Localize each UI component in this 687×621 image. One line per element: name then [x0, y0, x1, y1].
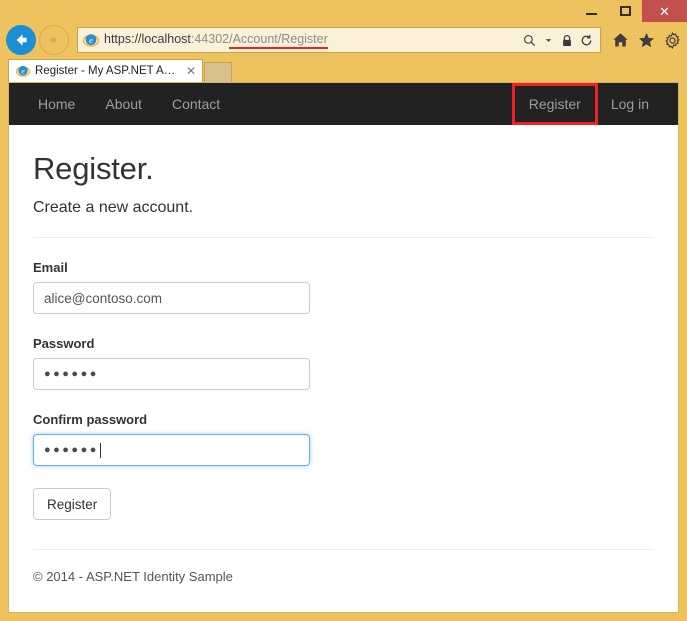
gear-icon[interactable] — [663, 30, 681, 50]
nav-item-contact[interactable]: Contact — [157, 85, 235, 123]
url-path-highlighted: /Account/Register — [229, 32, 328, 49]
svg-text:e: e — [89, 35, 93, 45]
text-caret — [99, 442, 101, 458]
password-label: Password — [33, 336, 95, 351]
tab-strip: e Register - My ASP.NET App... ✕ — [0, 58, 687, 82]
email-input[interactable]: alice@contoso.com — [33, 282, 310, 314]
tab-close-icon[interactable]: ✕ — [186, 65, 196, 77]
browser-window: ✕ e https://localhost:44302/Account/Reg… — [0, 0, 687, 621]
nav-item-about[interactable]: About — [90, 85, 157, 123]
url-host: localhost — [141, 31, 191, 46]
favorites-star-icon[interactable] — [637, 30, 655, 50]
refresh-icon[interactable] — [578, 31, 594, 49]
confirm-password-input-value: ●●●●●● — [44, 443, 99, 456]
confirm-password-label: Confirm password — [33, 412, 148, 427]
url-scheme: https:// — [104, 31, 142, 46]
close-button[interactable]: ✕ — [642, 0, 687, 22]
password-input[interactable]: ●●●●●● — [33, 358, 310, 390]
url-text: https://localhost:44302/Account/Register — [104, 32, 521, 49]
form-group-confirm-password: Confirm password ●●●●●● — [33, 412, 654, 466]
forward-arrow-icon — [49, 36, 58, 44]
minimize-button[interactable] — [574, 0, 608, 22]
home-icon[interactable] — [611, 30, 629, 50]
nav-item-login[interactable]: Log in — [596, 85, 664, 123]
footer-copyright: © 2014 - ASP.NET Identity Sample — [33, 569, 233, 584]
site-navbar: Home About Contact Register Log in — [9, 83, 678, 125]
chevron-down-icon[interactable] — [540, 31, 556, 49]
search-icon[interactable] — [521, 31, 537, 49]
back-arrow-icon — [16, 34, 27, 46]
page-viewport: Home About Contact Register Log in Regis… — [8, 82, 679, 613]
site-nav-left: Home About Contact — [23, 85, 235, 123]
confirm-password-input[interactable]: ●●●●●● — [33, 434, 310, 466]
maximize-button[interactable] — [608, 0, 642, 22]
browser-toolbar: e https://localhost:44302/Account/Regist… — [0, 22, 687, 58]
back-button[interactable] — [6, 25, 36, 55]
maximize-icon — [619, 6, 631, 16]
register-form: Email alice@contoso.com Password ●●●●●● … — [33, 238, 654, 520]
address-bar[interactable]: e https://localhost:44302/Account/Regist… — [77, 27, 601, 53]
email-label: Email — [33, 260, 68, 275]
tab-favicon-icon: e — [16, 64, 30, 78]
browser-tab-active[interactable]: e Register - My ASP.NET App... ✕ — [8, 59, 203, 82]
new-tab-button[interactable] — [204, 62, 232, 82]
url-port: :44302 — [190, 31, 230, 46]
nav-item-register[interactable]: Register — [511, 83, 598, 125]
form-group-email: Email alice@contoso.com — [33, 260, 654, 314]
email-input-value: alice@contoso.com — [44, 290, 163, 306]
page-title: Register. — [33, 151, 154, 186]
page-subtitle: Create a new account. — [33, 199, 194, 216]
page-content: Register. Create a new account. Email al… — [9, 125, 678, 612]
nav-item-home[interactable]: Home — [23, 85, 90, 123]
register-submit-button[interactable]: Register — [33, 488, 112, 520]
site-nav-right: Register Log in — [511, 83, 664, 125]
form-group-password: Password ●●●●●● — [33, 336, 654, 390]
password-input-value: ●●●●●● — [44, 367, 99, 380]
close-icon: ✕ — [659, 3, 670, 19]
forward-button[interactable] — [39, 25, 69, 55]
footer-divider — [33, 549, 654, 550]
address-bar-icons — [521, 31, 596, 49]
ie-logo-icon: e — [82, 31, 100, 49]
browser-toolbar-icons — [611, 30, 681, 50]
lock-icon[interactable] — [559, 31, 575, 49]
minimize-icon — [585, 13, 597, 15]
window-titlebar: ✕ — [0, 0, 687, 22]
tab-title: Register - My ASP.NET App... — [35, 65, 181, 77]
